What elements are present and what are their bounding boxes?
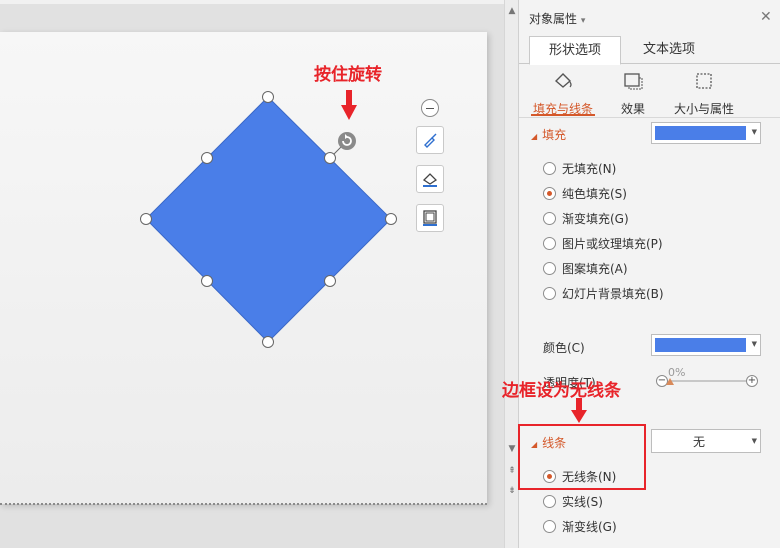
transparency-value: 0% <box>668 366 686 379</box>
prev-page-icon[interactable]: ⇞ <box>507 466 517 476</box>
fill-option-slide-background[interactable]: 幻灯片背景填充(B) <box>543 285 664 301</box>
handle-bottom-left[interactable] <box>201 275 213 287</box>
radio-button[interactable] <box>543 161 556 175</box>
size-properties-icon <box>696 73 712 89</box>
border-hint-annotation: 边框设为无线条 <box>502 381 621 401</box>
fill-color-dropdown[interactable]: ▼ <box>651 122 761 144</box>
red-arrow-icon <box>571 398 587 423</box>
subtab-label: 大小与属性 <box>673 102 734 116</box>
radio-label: 实线(S) <box>562 494 603 509</box>
plus-icon[interactable]: + <box>746 375 758 387</box>
radio-label: 幻灯片背景填充(B) <box>562 286 664 301</box>
tab-shape-options[interactable]: 形状选项 <box>529 36 621 65</box>
outline-square-icon <box>423 210 437 226</box>
shape-style-button[interactable] <box>416 126 444 154</box>
color-label: 颜色(C) <box>543 341 585 355</box>
zoom-out-icon[interactable] <box>421 99 439 117</box>
subtab-label: 效果 <box>620 102 645 116</box>
section-title: 填充 <box>542 128 567 142</box>
color-swatch <box>655 126 746 140</box>
rotate-hint-annotation: 按住旋转 <box>314 65 382 85</box>
radio-button[interactable] <box>543 186 556 200</box>
shape-fill-button[interactable] <box>416 165 444 193</box>
line-option-gradient[interactable]: 渐变线(G) <box>543 518 617 534</box>
red-arrow-icon <box>341 90 357 120</box>
radio-label: 渐变线(G) <box>562 519 617 534</box>
subtab-size-properties[interactable]: 大小与属性 <box>663 70 745 117</box>
handle-bottom-right[interactable] <box>324 275 336 287</box>
radio-button[interactable] <box>543 211 556 225</box>
chevron-down-icon: ▾ <box>580 16 586 26</box>
vertical-scrollbar[interactable]: ▲ ▼ ⇞ ⇟ <box>504 0 518 548</box>
shape-layer[interactable] <box>0 0 504 548</box>
subtab-effects[interactable]: 效果 <box>593 70 673 117</box>
radio-label: 图片或纹理填充(P) <box>562 236 663 251</box>
collapse-triangle-icon: ◢ <box>531 132 538 141</box>
panel-title[interactable]: 对象属性 ▾ <box>529 10 585 27</box>
chevron-down-icon: ▼ <box>751 437 757 445</box>
fill-option-picture[interactable]: 图片或纹理填充(P) <box>543 235 663 251</box>
active-subtab-indicator <box>531 114 595 116</box>
fill-option-solid[interactable]: 纯色填充(S) <box>543 185 627 201</box>
chevron-down-icon: ▼ <box>751 128 757 136</box>
tab-strip: 形状选项 文本选项 <box>519 36 780 65</box>
line-option-solid[interactable]: 实线(S) <box>543 493 603 509</box>
subtab-fill-line[interactable]: 填充与线条 <box>523 70 603 117</box>
fill-section-header[interactable]: ◢ 填充 <box>531 126 566 143</box>
radio-label: 渐变填充(G) <box>562 211 629 226</box>
close-icon[interactable]: ✕ <box>760 9 772 25</box>
paint-bucket-icon <box>554 73 572 88</box>
shape-outline-button[interactable] <box>416 204 444 232</box>
color-dropdown[interactable]: ▼ <box>651 334 761 356</box>
slider-thumb[interactable] <box>666 378 674 385</box>
handle-top-right[interactable] <box>324 152 336 164</box>
dropdown-value: 无 <box>692 435 705 449</box>
radio-label: 无填充(N) <box>562 161 617 176</box>
fill-option-gradient[interactable]: 渐变填充(G) <box>543 210 629 226</box>
highlight-box <box>518 424 646 490</box>
canvas-area[interactable]: 按住旋转 <box>0 0 504 548</box>
fill-option-pattern[interactable]: 图案填充(A) <box>543 260 628 276</box>
brush-icon <box>424 133 437 148</box>
handle-bottom[interactable] <box>262 336 274 348</box>
handle-top-left[interactable] <box>201 152 213 164</box>
scroll-down-icon[interactable]: ▼ <box>507 444 517 454</box>
fill-option-none[interactable]: 无填充(N) <box>543 160 616 176</box>
radio-label: 图案填充(A) <box>562 261 628 276</box>
effects-icon <box>624 73 643 90</box>
divider <box>519 117 780 118</box>
tab-text-options[interactable]: 文本选项 <box>623 36 715 65</box>
diamond-shape[interactable] <box>145 96 392 343</box>
radio-button[interactable] <box>543 261 556 275</box>
color-swatch <box>655 338 746 352</box>
slider-track[interactable] <box>670 380 746 382</box>
handle-right[interactable] <box>385 213 397 225</box>
handle-top[interactable] <box>262 91 274 103</box>
scroll-up-icon[interactable]: ▲ <box>507 6 517 16</box>
radio-button[interactable] <box>543 286 556 300</box>
radio-button[interactable] <box>543 236 556 250</box>
radio-label: 纯色填充(S) <box>562 186 627 201</box>
radio-button[interactable] <box>543 494 556 508</box>
panel-title-text: 对象属性 <box>529 12 578 26</box>
line-type-dropdown[interactable]: 无 ▼ <box>651 429 761 453</box>
chevron-down-icon: ▼ <box>751 340 757 348</box>
fill-bucket-icon <box>422 173 438 187</box>
rotate-handle-icon[interactable] <box>338 132 356 150</box>
radio-button[interactable] <box>543 519 556 533</box>
handle-left[interactable] <box>140 213 152 225</box>
next-page-icon[interactable]: ⇟ <box>507 486 517 496</box>
